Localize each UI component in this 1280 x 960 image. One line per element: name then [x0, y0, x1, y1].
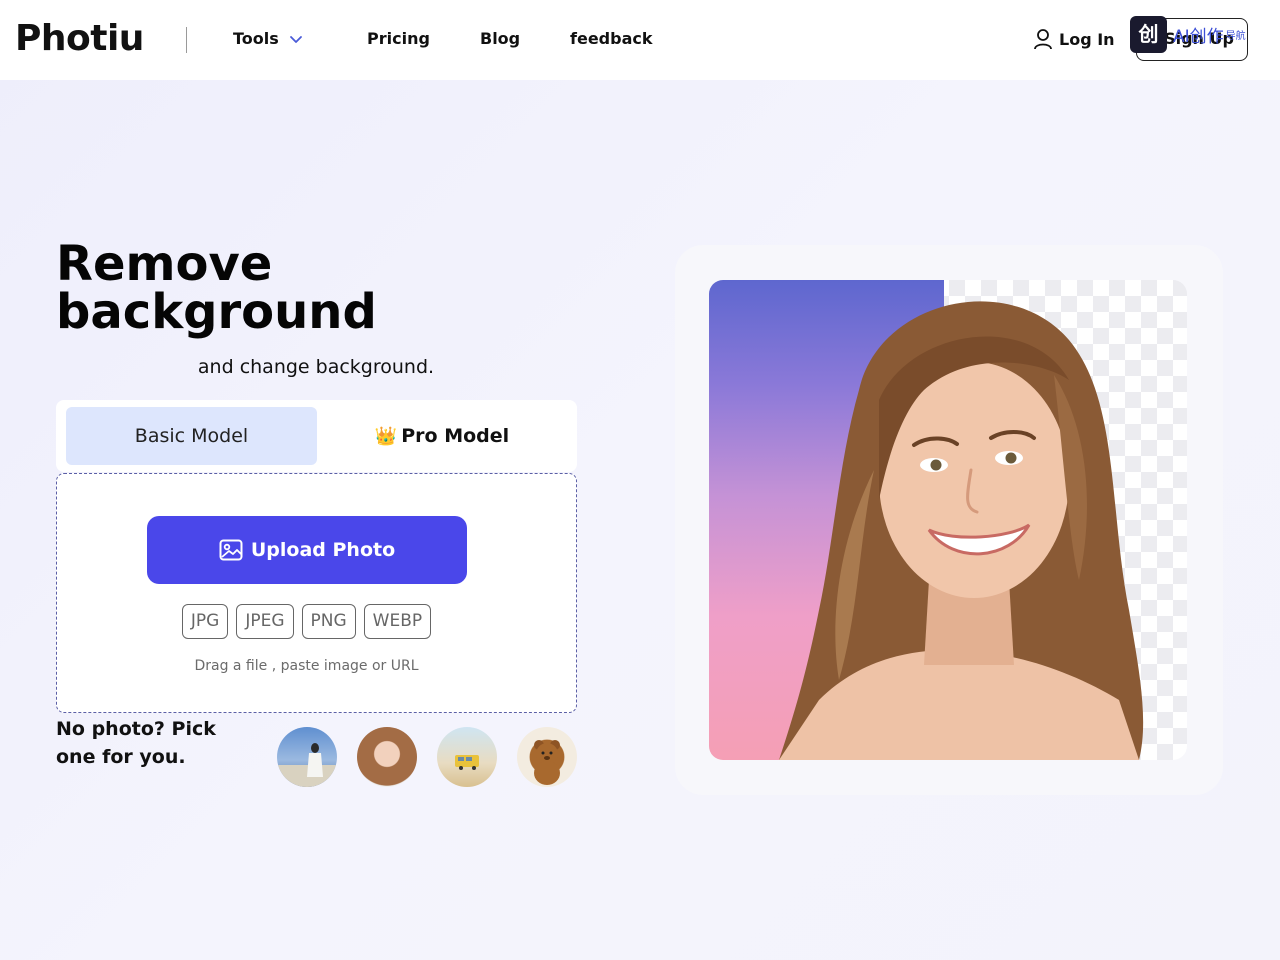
tab-pro-model[interactable]: 👑 Pro Model — [317, 407, 567, 465]
upload-photo-label: Upload Photo — [250, 539, 396, 561]
format-badge: JPG — [181, 604, 229, 639]
sample-image-toy-bus[interactable] — [437, 727, 497, 787]
image-icon — [219, 539, 243, 561]
drag-hint: Drag a file , paste image or URL — [194, 658, 419, 674]
watermark-logo: 创 AI创作 导航 — [1130, 15, 1260, 53]
nav-blog-link[interactable]: Blog — [480, 29, 520, 48]
sample-thumbnail — [277, 743, 337, 787]
format-badges: JPG JPEG PNG WEBP — [57, 604, 576, 639]
logo[interactable]: Photiu — [15, 18, 144, 59]
nav-tools-label: Tools — [233, 29, 279, 48]
login-button[interactable]: Log In — [1033, 28, 1115, 50]
nav-tools-dropdown[interactable]: Tools — [233, 29, 303, 48]
sample-thumbnail — [534, 740, 560, 785]
header-divider — [186, 27, 187, 53]
hero-subtitle: and change background. — [197, 356, 435, 378]
crown-icon: 👑 — [374, 425, 398, 447]
sample-image-portrait[interactable] — [357, 727, 417, 787]
login-label: Log In — [1059, 29, 1115, 49]
tab-pro-label: Pro Model — [401, 425, 510, 447]
upload-photo-button[interactable]: Upload Photo — [147, 516, 467, 584]
nav-pricing-link[interactable]: Pricing — [367, 29, 430, 48]
sample-thumbnail — [455, 755, 479, 770]
top-nav-bar: Photiu Tools Pricing Blog feedback Log I… — [0, 0, 1280, 80]
portrait-illustration — [779, 301, 1144, 760]
watermark-text: AI创作 — [1173, 26, 1224, 47]
watermark-sub: 导航 — [1225, 30, 1246, 42]
chevron-down-icon — [289, 35, 302, 43]
sample-prompt: No photo? Pick one for you. — [56, 718, 216, 768]
hero-title: Remove background — [56, 236, 377, 340]
tab-basic-model[interactable]: Basic Model — [66, 407, 317, 465]
sample-image-beach-person[interactable] — [277, 727, 337, 787]
upload-dropzone[interactable]: Upload Photo JPG JPEG PNG WEBP Drag a fi… — [56, 473, 577, 713]
watermark-glyph: 创 — [1130, 15, 1167, 53]
format-badge: JPEG — [236, 604, 294, 639]
user-icon — [1034, 29, 1052, 50]
nav-feedback-link[interactable]: feedback — [570, 29, 653, 48]
model-tabs: Basic Model 👑 Pro Model — [56, 400, 577, 472]
format-badge: WEBP — [363, 604, 432, 639]
format-badge: PNG — [301, 604, 356, 639]
before-after-preview — [709, 280, 1187, 760]
sample-image-teddy-bear[interactable] — [517, 727, 577, 787]
